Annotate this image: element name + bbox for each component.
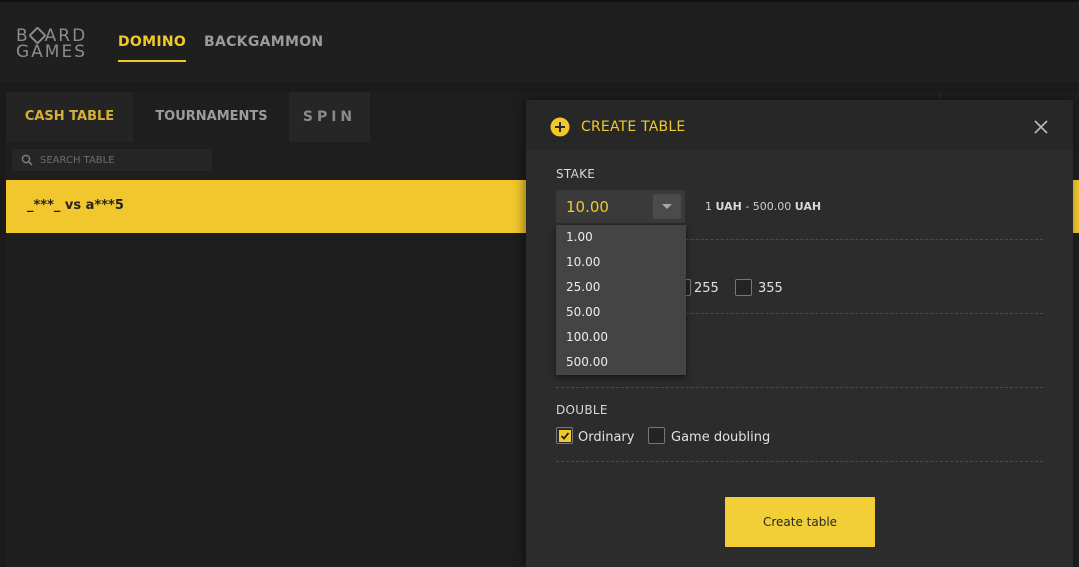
double-ordinary-label: Ordinary: [578, 430, 635, 445]
app-root: B ARD GAMES DOMINO BACKGAMMON CASH TABLE …: [0, 0, 1079, 567]
check-icon: [559, 430, 571, 442]
search-icon: [21, 154, 33, 166]
edge-handle: [1073, 180, 1079, 233]
stake-range-separator: -: [741, 200, 753, 213]
plus-circle-icon: [550, 117, 570, 137]
stake-range-currency-max: UAH: [794, 200, 822, 213]
create-table-modal: CREATE TABLE STAKE 10.00 1 UAH - 500.00 …: [526, 100, 1073, 567]
tab-cash-table[interactable]: CASH TABLE: [6, 92, 133, 142]
section-divider: [556, 461, 1043, 462]
stake-option[interactable]: 100.00: [556, 325, 686, 350]
stake-range: 1 UAH - 500.00 UAH: [705, 200, 821, 213]
stake-option[interactable]: 1.00: [556, 225, 686, 250]
brand-line-2: GAMES: [16, 42, 88, 62]
table-row-label: _***_ vs a***5: [27, 198, 124, 213]
stake-range-min: 1: [705, 200, 712, 213]
stake-option[interactable]: 10.00: [556, 250, 686, 275]
modal-title: CREATE TABLE: [581, 119, 686, 135]
double-game-doubling-checkbox[interactable]: [648, 427, 665, 444]
brand-logo[interactable]: B ARD GAMES: [16, 26, 96, 62]
stake-select[interactable]: 10.00: [556, 190, 685, 223]
create-table-button[interactable]: Create table: [725, 497, 875, 547]
nav-item-domino[interactable]: DOMINO: [118, 34, 187, 62]
stake-dropdown-list: 1.00 10.00 25.00 50.00 100.00 500.00: [556, 225, 686, 375]
stake-option[interactable]: 500.00: [556, 350, 686, 375]
search-box: [12, 149, 212, 171]
modal-header: CREATE TABLE: [526, 100, 1073, 150]
stake-range-max: 500.00: [752, 200, 792, 213]
double-ordinary-checkbox[interactable]: [556, 427, 573, 444]
double-label: DOUBLE: [556, 403, 608, 417]
points-label-355: 355: [758, 281, 783, 296]
chevron-down-icon: [662, 204, 672, 209]
double-game-doubling-label: Game doubling: [671, 430, 771, 445]
tab-tournaments[interactable]: TOURNAMENTS: [136, 92, 287, 142]
stake-option[interactable]: 50.00: [556, 300, 686, 325]
stake-range-currency-min: UAH: [715, 200, 742, 213]
stake-label: STAKE: [556, 167, 596, 181]
close-icon[interactable]: [1033, 119, 1049, 135]
stake-option[interactable]: 25.00: [556, 275, 686, 300]
points-checkbox-355[interactable]: [735, 279, 752, 296]
top-header: B ARD GAMES DOMINO BACKGAMMON: [0, 0, 1079, 82]
points-label-255: 255: [694, 281, 719, 296]
tab-spin[interactable]: SPIN: [289, 92, 370, 142]
stake-dropdown-toggle[interactable]: [653, 194, 681, 219]
nav-item-backgammon[interactable]: BACKGAMMON: [204, 34, 323, 50]
search-input[interactable]: [40, 149, 210, 171]
section-divider: [556, 387, 1043, 388]
stake-selected-value: 10.00: [566, 198, 609, 216]
